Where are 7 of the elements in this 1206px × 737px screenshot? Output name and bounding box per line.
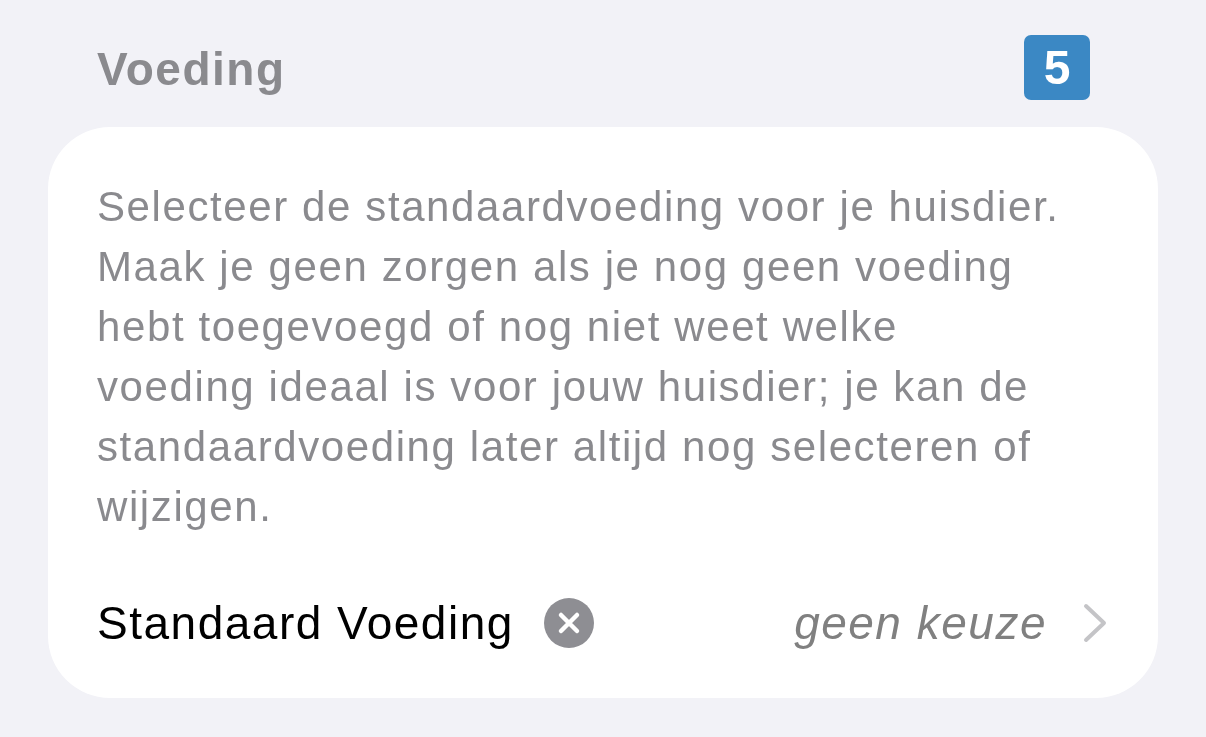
step-badge: 5 — [1024, 35, 1090, 100]
section-title: Voeding — [97, 43, 286, 95]
description-text: Selecteer de standaardvoeding voor je huisdier. Maak je geen zorgen als je nog geen voeding hebt toegevoegd of nog niet weet welke voeding ideaal is voor jouw huisdier; je kan de standaardvoeding later altijd nog selecteren of wijzigen. — [97, 182, 1061, 532]
clear-icon[interactable] — [543, 598, 594, 648]
row-label: Standaard Voeding — [97, 596, 514, 650]
chevron-right-icon — [1083, 603, 1107, 643]
value-text: geen keuze — [794, 596, 1047, 650]
